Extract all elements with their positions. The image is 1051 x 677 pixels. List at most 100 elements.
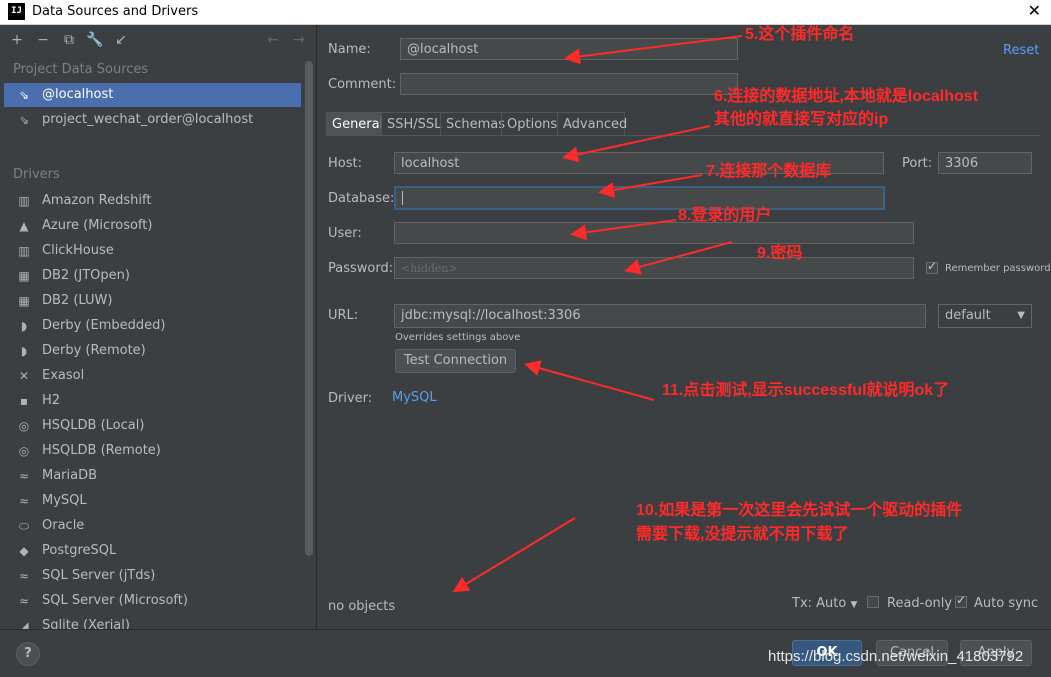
- dialog-footer: ? OK Cancel Apply https://blog.csdn.net/…: [0, 629, 1051, 677]
- annotation-10-line2: 需要下载,没提示就不用下载了: [636, 526, 849, 543]
- port-input[interactable]: 3306: [938, 152, 1032, 174]
- chevron-down-icon: ▼: [850, 600, 858, 610]
- oracle-icon: ⬭: [18, 519, 30, 533]
- test-connection-button[interactable]: Test Connection: [395, 349, 516, 373]
- driver-item[interactable]: ≈ MySQL: [4, 489, 301, 513]
- driver-item[interactable]: ▲ Azure (Microsoft): [4, 214, 301, 238]
- text-caret: [402, 190, 403, 205]
- add-icon[interactable]: +: [8, 31, 26, 49]
- url-label: URL:: [328, 308, 359, 323]
- datasource-icon: ⇘: [18, 88, 30, 102]
- read-only-label: Read-only: [887, 596, 953, 611]
- wrench-icon[interactable]: 🔧: [86, 31, 104, 49]
- driver-item[interactable]: ▦ DB2 (LUW): [4, 289, 301, 313]
- tab-options[interactable]: Options: [501, 112, 558, 136]
- h2-icon: ▪: [19, 394, 29, 408]
- url-input[interactable]: jdbc:mysql://localhost:3306: [394, 304, 926, 328]
- datasource-icon: ⇘: [18, 113, 30, 127]
- driver-link[interactable]: MySQL: [392, 390, 437, 405]
- tx-mode-dropdown[interactable]: Tx: Auto ▼: [792, 596, 857, 611]
- intellij-logo-icon: IJ: [8, 3, 25, 20]
- host-label: Host:: [328, 156, 362, 171]
- datasource-item-project-wechat-order[interactable]: ⇘ project_wechat_order@localhost: [4, 108, 301, 132]
- name-label: Name:: [328, 42, 371, 57]
- redshift-icon: ▥: [18, 194, 30, 208]
- annotation-11: 11.点击测试,显示successful就说明ok了: [662, 382, 950, 399]
- remember-password-checkbox[interactable]: ✓: [926, 259, 938, 274]
- hsqldb-icon: ◎: [18, 419, 30, 433]
- driver-item[interactable]: ⬭ Oracle: [4, 514, 301, 538]
- hsqldb-icon: ◎: [18, 444, 30, 458]
- overrides-note: Overrides settings above: [395, 332, 521, 343]
- database-input[interactable]: [394, 186, 885, 210]
- sqlite-icon: ◢: [19, 619, 29, 629]
- driver-item[interactable]: ◎ HSQLDB (Local): [4, 414, 301, 438]
- driver-item[interactable]: ◗ Derby (Embedded): [4, 314, 301, 338]
- read-only-checkbox[interactable]: [867, 596, 879, 608]
- annotation-6-line1: 6.连接的数据地址,本地就是localhost: [714, 88, 979, 105]
- help-button[interactable]: ?: [16, 642, 40, 666]
- driver-item[interactable]: ✕ Exasol: [4, 364, 301, 388]
- datasource-item-localhost[interactable]: ⇘ @localhost: [4, 83, 301, 107]
- tab-advanced[interactable]: Advanced: [557, 112, 627, 136]
- derby-icon: ◗: [20, 344, 28, 358]
- annotation-5: 5.这个插件命名: [745, 26, 855, 43]
- annotation-7: 7.连接那个数据库: [706, 163, 832, 180]
- back-arrow-icon[interactable]: ←: [264, 31, 282, 49]
- drivers-header: Drivers: [13, 167, 60, 182]
- driver-item[interactable]: ◢ Sqlite (Xerial): [4, 614, 301, 629]
- sqlserver-icon: ≈: [18, 569, 30, 583]
- reset-link[interactable]: Reset: [1003, 43, 1039, 58]
- exasol-icon: ✕: [18, 369, 30, 383]
- comment-label: Comment:: [328, 77, 397, 92]
- auto-sync-label: Auto sync: [974, 596, 1039, 611]
- auto-sync-checkbox[interactable]: ✓: [955, 593, 967, 608]
- mysql-icon: ≈: [18, 494, 30, 508]
- chevron-down-icon: ▼: [1017, 310, 1025, 321]
- duplicate-icon[interactable]: ⧉: [60, 31, 78, 49]
- name-input[interactable]: @localhost: [400, 38, 738, 60]
- left-scrollbar[interactable]: [305, 61, 313, 556]
- annotation-10-line1: 10.如果是第一次这里会先试试一个驱动的插件: [636, 502, 963, 519]
- user-label: User:: [328, 226, 362, 241]
- title-bar: IJ Data Sources and Drivers ✕: [0, 0, 1051, 25]
- watermark-text: https://blog.csdn.net/weixin_41803792: [768, 648, 1024, 665]
- window-title: Data Sources and Drivers: [32, 4, 199, 19]
- driver-item[interactable]: ≈ SQL Server (Microsoft): [4, 589, 301, 613]
- driver-item[interactable]: ◗ Derby (Remote): [4, 339, 301, 363]
- tab-schemas[interactable]: Schemas: [440, 112, 505, 136]
- driver-item[interactable]: ◎ HSQLDB (Remote): [4, 439, 301, 463]
- annotation-6-line2: 其他的就直接写对应的ip: [714, 111, 889, 128]
- mariadb-icon: ≈: [18, 469, 30, 483]
- left-panel: + − ⧉ 🔧 ↙ ← → Project Data Sources ⇘ @lo…: [0, 25, 317, 629]
- password-placeholder: <hidden>: [401, 262, 458, 275]
- check-icon: ✓: [956, 593, 967, 607]
- tab-ssh-ssl[interactable]: SSH/SSL: [381, 112, 441, 136]
- close-icon[interactable]: ✕: [1028, 1, 1041, 20]
- azure-icon: ▲: [19, 219, 29, 233]
- driver-item[interactable]: ◆ PostgreSQL: [4, 539, 301, 563]
- driver-item[interactable]: ▥ ClickHouse: [4, 239, 301, 263]
- project-data-sources-header: Project Data Sources: [13, 62, 149, 77]
- user-input[interactable]: [394, 222, 914, 244]
- annotation-9: 9.密码: [757, 245, 803, 262]
- driver-item[interactable]: ▪ H2: [4, 389, 301, 413]
- sqlserver-icon: ≈: [18, 594, 30, 608]
- driver-item[interactable]: ≈ SQL Server (jTds): [4, 564, 301, 588]
- postgresql-icon: ◆: [19, 544, 29, 558]
- make-global-icon[interactable]: ↙: [112, 31, 130, 49]
- driver-label: Driver:: [328, 391, 373, 406]
- driver-item[interactable]: ▦ DB2 (JTOpen): [4, 264, 301, 288]
- tab-general[interactable]: General: [326, 112, 383, 136]
- password-input[interactable]: <hidden>: [394, 257, 914, 279]
- port-label: Port:: [902, 156, 933, 171]
- comment-input[interactable]: [400, 73, 738, 95]
- derby-icon: ◗: [20, 319, 28, 333]
- db2-icon: ▦: [18, 294, 30, 308]
- driver-item[interactable]: ≈ MariaDB: [4, 464, 301, 488]
- driver-item[interactable]: ▥ Amazon Redshift: [4, 189, 301, 213]
- db2-icon: ▦: [18, 269, 30, 283]
- forward-arrow-icon[interactable]: →: [290, 31, 308, 49]
- url-mode-select[interactable]: default ▼: [938, 304, 1032, 328]
- remove-icon[interactable]: −: [34, 31, 52, 49]
